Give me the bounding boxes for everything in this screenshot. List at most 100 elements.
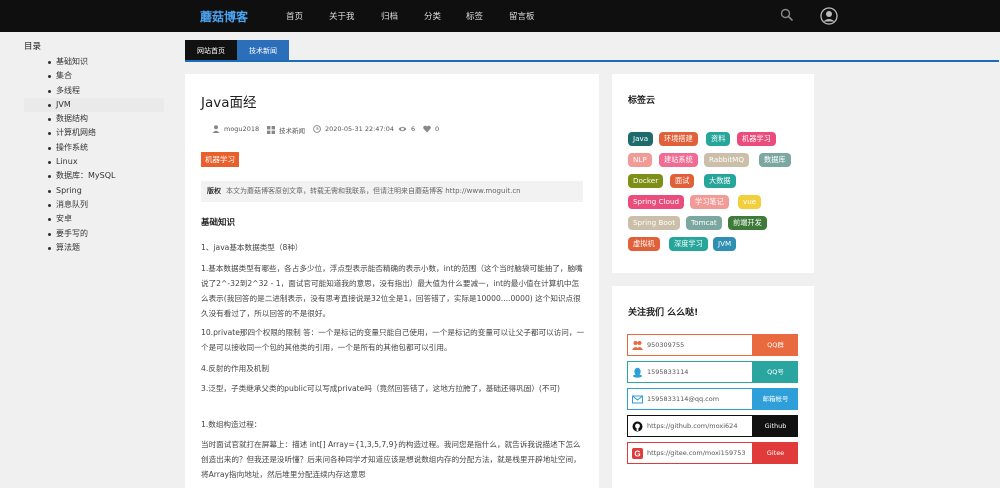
follow-field-text: https://gitee.com/moxi159753 <box>647 449 746 457</box>
follow-us-card: 关注我们 么么哒! 950309755 QQ群 1595833114 QQ号 15958… <box>612 286 814 488</box>
article-paragraph: 当时面试官就打在屏幕上：描述 int[] Array={1,3,5,7,9}的构… <box>201 440 581 479</box>
article-title: Java面经 <box>201 95 257 111</box>
grid-icon <box>267 126 275 134</box>
meta-category[interactable]: 技术新闻 <box>267 125 305 135</box>
meta-datetime-text: 2020-05-31 22:47:04 <box>325 125 395 133</box>
follow-field-text: 1595833114@qq.com <box>647 395 720 403</box>
meta-views: 6 <box>398 125 415 133</box>
meta-likes-text: 0 <box>435 125 440 133</box>
article-paragraph: 1.基本数据类型有哪些，各占多少位，浮点型表示能否精确的表示小数，int的范围（… <box>201 264 583 318</box>
follow-field-text: 950309755 <box>647 341 685 349</box>
user-avatar-icon[interactable] <box>820 7 838 25</box>
toc-title: 目录 <box>24 42 42 52</box>
toc-item[interactable]: Spring <box>24 184 164 198</box>
article-card: Java面经 mogu2018 技术新闻 2020-05-31 22:47:04… <box>185 74 599 488</box>
tag-chip[interactable]: Java <box>628 132 654 146</box>
tag-chip[interactable]: 大数据 <box>704 174 736 188</box>
tag-cloud-card: 标签云 Java 环境搭建 资料 机器学习 NLP 建站系统 RabbitMQ 数据库 Dock… <box>612 74 814 273</box>
tag-chip[interactable]: Docker <box>628 174 664 188</box>
article-paragraph: 1.数组构造过程： <box>201 420 262 429</box>
follow-button[interactable]: QQ群 <box>753 334 798 356</box>
follow-field[interactable]: 1595833114 <box>627 361 753 383</box>
article-paragraph: 3.泛型，子类继承父类的public可以写成private吗（竟然回答错了，这地… <box>201 384 561 393</box>
article-meta: mogu2018 技术新闻 2020-05-31 22:47:04 6 0 <box>212 125 592 137</box>
search-icon[interactable] <box>780 8 794 22</box>
tag-chip[interactable]: 资料 <box>706 132 731 146</box>
article-paragraph: 10.private那四个权限的限制 答：一个是标记的变量只能自己使用，一个是标… <box>201 328 585 352</box>
toc-item[interactable]: Linux <box>24 155 164 169</box>
eye-icon <box>398 126 407 132</box>
meta-category-text: 技术新闻 <box>279 127 305 135</box>
toc-item[interactable]: 基础知识 <box>24 55 164 69</box>
nav-item-guestbook[interactable]: 留言板 <box>509 10 535 22</box>
follow-button[interactable]: Github <box>753 415 798 437</box>
nav-item-about[interactable]: 关于我 <box>329 10 355 22</box>
toc-item[interactable]: 数据结构 <box>24 112 164 126</box>
clock-icon <box>313 125 321 133</box>
tag-chip[interactable]: 机器学习 <box>737 132 776 146</box>
nav-item-archive[interactable]: 归档 <box>381 10 398 22</box>
table-of-contents: 目录 基础知识 集合 多线程 JVM 数据结构 计算机网络 操作系统 Linux 数据库：MyS… <box>24 40 164 255</box>
toc-list: 基础知识 集合 多线程 JVM 数据结构 计算机网络 操作系统 Linux 数据库：MySQL S… <box>24 55 164 255</box>
toc-item[interactable]: 算法题 <box>24 241 164 255</box>
article-tag-badge[interactable]: 机器学习 <box>201 152 239 167</box>
tag-chip[interactable]: NLP <box>628 153 652 167</box>
tab-site-home[interactable]: 网站首页 <box>185 40 237 62</box>
meta-likes[interactable]: 0 <box>423 125 439 133</box>
tab-underline <box>185 60 999 62</box>
article-paragraph: 4.反射的作用及机制 <box>201 364 269 373</box>
tag-chip[interactable]: Spring Cloud <box>628 195 685 209</box>
tag-chip[interactable]: Tomcat <box>686 216 722 230</box>
toc-item[interactable]: 计算机网络 <box>24 126 164 140</box>
copyright-label: 版权 <box>207 187 221 195</box>
heart-icon <box>423 125 431 133</box>
nav-item-tags[interactable]: 标签 <box>466 10 483 22</box>
follow-field[interactable]: 1595833114@qq.com <box>627 388 753 410</box>
follow-field[interactable]: Ghttps://gitee.com/moxi159753 <box>627 442 753 464</box>
meta-views-text: 6 <box>411 125 416 133</box>
follow-row: Ghttps://gitee.com/moxi159753 Gitee <box>627 442 798 464</box>
toc-item[interactable]: 数据库：MySQL <box>24 169 164 183</box>
toc-item[interactable]: 多线程 <box>24 84 164 98</box>
follow-button[interactable]: QQ号 <box>753 361 798 383</box>
tag-chip[interactable]: 虚拟机 <box>628 237 660 251</box>
copyright-notice: 版权 本文为蘑菇博客原创文章，转载无需和我联系，但请注明来自蘑菇博客 http:/… <box>201 181 583 202</box>
follow-field-text: https://github.com/moxi624 <box>647 422 738 430</box>
tag-chip[interactable]: Spring Boot <box>628 216 681 230</box>
tag-chip[interactable]: 深度学习 <box>669 237 708 251</box>
tag-chip[interactable]: 环境搭建 <box>659 132 698 146</box>
tag-chip[interactable]: 数据库 <box>759 153 791 167</box>
follow-row: 1595833114@qq.com 邮箱帐号 <box>627 388 798 410</box>
tag-chip[interactable]: RabbitMQ <box>704 153 750 167</box>
nav-item-home[interactable]: 首页 <box>286 10 303 22</box>
tag-chip[interactable]: 前端开发 <box>728 216 767 230</box>
follow-field-text: 1595833114 <box>647 368 689 376</box>
follow-field[interactable]: https://github.com/moxi624 <box>627 415 753 437</box>
user-icon <box>212 125 220 133</box>
tag-chip[interactable]: JVM <box>713 237 737 251</box>
follow-button[interactable]: 邮箱帐号 <box>753 388 798 410</box>
tab-tech-news[interactable]: 技术新闻 <box>237 40 289 62</box>
tag-chip[interactable]: vue <box>738 195 762 209</box>
follow-field[interactable]: 950309755 <box>627 334 753 356</box>
follow-row: https://github.com/moxi624 Github <box>627 415 798 437</box>
toc-item[interactable]: 要手写的 <box>24 227 164 241</box>
nav-item-category[interactable]: 分类 <box>424 10 441 22</box>
follow-button[interactable]: Gitee <box>753 442 798 464</box>
toc-item[interactable]: 操作系统 <box>24 141 164 155</box>
follow-row: 950309755 QQ群 <box>627 334 798 356</box>
tag-chip[interactable]: 建站系统 <box>659 153 698 167</box>
meta-author-text: mogu2018 <box>224 125 260 133</box>
toc-item[interactable]: 集合 <box>24 69 164 83</box>
meta-datetime: 2020-05-31 22:47:04 <box>313 125 394 133</box>
site-logo[interactable]: 蘑菇博客 <box>200 8 248 25</box>
toc-item[interactable]: 消息队列 <box>24 198 164 212</box>
top-navbar: 蘑菇博客 首页 关于我 归档 分类 标签 留言板 <box>0 0 1000 32</box>
copyright-text: 本文为蘑菇博客原创文章，转载无需和我联系，但请注明来自蘑菇博客 http://w… <box>226 187 521 195</box>
toc-item[interactable]: JVM <box>24 97 164 113</box>
follow-row: 1595833114 QQ号 <box>627 361 798 383</box>
toc-item[interactable]: 安卓 <box>24 212 164 226</box>
tag-chip[interactable]: 学习笔记 <box>690 195 729 209</box>
meta-author[interactable]: mogu2018 <box>212 125 259 133</box>
tag-chip[interactable]: 面试 <box>670 174 695 188</box>
